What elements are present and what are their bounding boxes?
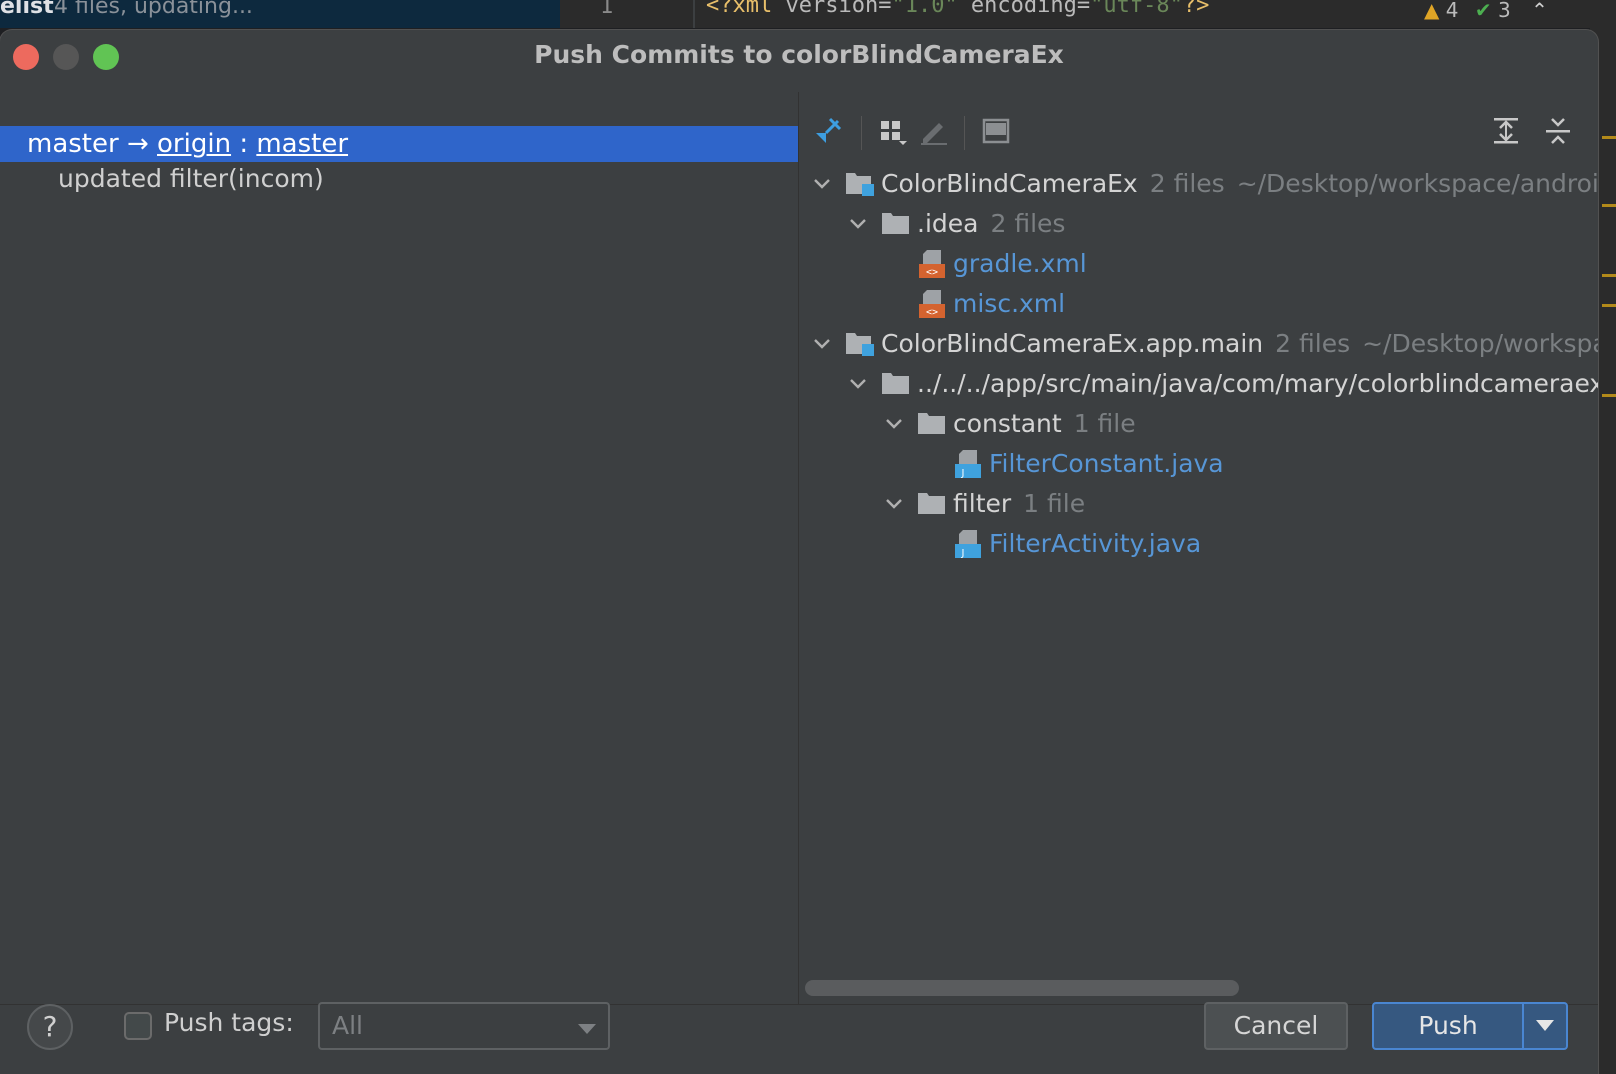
- stripe-marker: [1602, 304, 1616, 307]
- ide-background-toolbar: elist 4 files, updating... 1 <?xml versi…: [0, 0, 1616, 28]
- tree-row-module[interactable]: ColorBlindCameraEx.app.main 2 files ~/De…: [809, 324, 1598, 364]
- push-options-dropdown-icon[interactable]: [1536, 1020, 1554, 1031]
- warning-count: 4: [1445, 0, 1459, 22]
- check-icon: ✔: [1474, 0, 1492, 22]
- arrow-right-icon: →: [126, 129, 149, 159]
- footer-divider: [0, 1004, 1598, 1005]
- branch-separator: :: [239, 129, 249, 159]
- java-file-icon: J: [953, 449, 983, 479]
- tree-row-folder[interactable]: filter 1 file: [881, 484, 1085, 524]
- svg-text:<>: <>: [926, 267, 938, 278]
- changelist-label: elist: [0, 0, 54, 19]
- horizontal-scrollbar[interactable]: [805, 980, 1239, 996]
- push-button-divider: [1522, 1004, 1524, 1048]
- push-tags-label: Push tags:: [164, 1008, 294, 1037]
- changes-pane: ColorBlindCameraEx 2 files ~/Desktop/wor…: [799, 92, 1598, 1004]
- push-tags-select[interactable]: All: [318, 1002, 610, 1050]
- tree-row-folder[interactable]: .idea 2 files: [845, 204, 1065, 244]
- remote-name-link[interactable]: origin: [157, 129, 231, 159]
- pin-icon[interactable]: [811, 114, 845, 148]
- preview-diff-icon[interactable]: [979, 114, 1013, 148]
- folder-icon: [881, 209, 911, 239]
- toolbar-separator: [964, 116, 965, 150]
- folder-icon: [881, 369, 911, 399]
- tree-row-file[interactable]: J FilterConstant.java: [943, 444, 1224, 484]
- tree-row-file[interactable]: J FilterActivity.java: [943, 524, 1201, 564]
- stripe-marker: [1602, 394, 1616, 397]
- folder-icon: [917, 489, 947, 519]
- line-number: 1: [600, 0, 614, 19]
- xml-file-icon: <>: [917, 289, 947, 319]
- edit-icon[interactable]: [916, 114, 950, 148]
- tree-row-file[interactable]: <> gradle.xml: [907, 244, 1087, 284]
- chevron-down-icon[interactable]: [809, 324, 835, 364]
- stripe-marker: [1602, 136, 1616, 139]
- stripe-marker: [1602, 274, 1616, 277]
- collapse-all-icon[interactable]: [1541, 114, 1575, 148]
- dialog-title: Push Commits to colorBlindCameraEx: [534, 40, 1064, 69]
- chevron-up-icon[interactable]: ⌃: [1531, 0, 1548, 22]
- tree-row-folder[interactable]: ../../../app/src/main/java/com/mary/colo…: [845, 364, 1598, 404]
- editor-gutter: [693, 0, 695, 28]
- push-commits-dialog: Push Commits to colorBlindCameraEx maste…: [0, 30, 1598, 1074]
- svg-text:J: J: [961, 468, 965, 479]
- stripe-marker: [1602, 204, 1616, 207]
- branch-row[interactable]: master → origin : master: [0, 126, 798, 162]
- chevron-down-icon[interactable]: [845, 204, 871, 244]
- toolbar-separator: [861, 116, 862, 150]
- commits-pane: master → origin : master updated filter(…: [0, 92, 798, 1004]
- java-file-icon: J: [953, 529, 983, 559]
- svg-text:J: J: [961, 548, 965, 559]
- chevron-down-icon[interactable]: [881, 404, 907, 444]
- check-count: 3: [1497, 0, 1511, 22]
- changes-toolbar: [799, 92, 1598, 162]
- chevron-down-icon[interactable]: [845, 364, 871, 404]
- tree-row-module[interactable]: ColorBlindCameraEx 2 files ~/Desktop/wor…: [809, 164, 1598, 204]
- inspection-badges[interactable]: ▲ 4 ✔ 3 ⌃: [1424, 0, 1548, 22]
- tree-row-folder[interactable]: constant 1 file: [881, 404, 1136, 444]
- editor-code-line: <?xml version="1.0" encoding="utf-8"?>: [706, 0, 1210, 18]
- commit-item[interactable]: updated filter(incom): [58, 164, 324, 193]
- folder-icon: [917, 409, 947, 439]
- chevron-down-icon[interactable]: [881, 484, 907, 524]
- dialog-titlebar[interactable]: Push Commits to colorBlindCameraEx: [0, 30, 1598, 92]
- remote-branch-link[interactable]: master: [256, 129, 348, 159]
- push-tags-value: All: [332, 1011, 363, 1040]
- xml-file-icon: <>: [917, 249, 947, 279]
- module-icon: [845, 329, 875, 359]
- svg-text:<>: <>: [926, 307, 938, 318]
- group-by-icon[interactable]: [876, 114, 910, 148]
- help-button[interactable]: ?: [27, 1004, 73, 1050]
- local-branch: master: [27, 129, 119, 159]
- push-button[interactable]: Push: [1374, 1004, 1522, 1048]
- tree-row-file[interactable]: <> misc.xml: [907, 284, 1065, 324]
- warning-icon: ▲: [1424, 0, 1440, 22]
- chevron-down-icon[interactable]: [809, 164, 835, 204]
- cancel-button[interactable]: Cancel: [1204, 1002, 1348, 1050]
- expand-all-icon[interactable]: [1489, 114, 1523, 148]
- module-icon: [845, 169, 875, 199]
- push-tags-checkbox[interactable]: [124, 1012, 152, 1040]
- changes-tree: ColorBlindCameraEx 2 files ~/Desktop/wor…: [799, 162, 1598, 942]
- changelist-tab[interactable]: elist 4 files, updating...: [0, 0, 560, 28]
- changelist-status: 4 files, updating...: [54, 0, 253, 19]
- push-button-group: Push: [1372, 1002, 1568, 1050]
- chevron-down-icon: [578, 1024, 596, 1034]
